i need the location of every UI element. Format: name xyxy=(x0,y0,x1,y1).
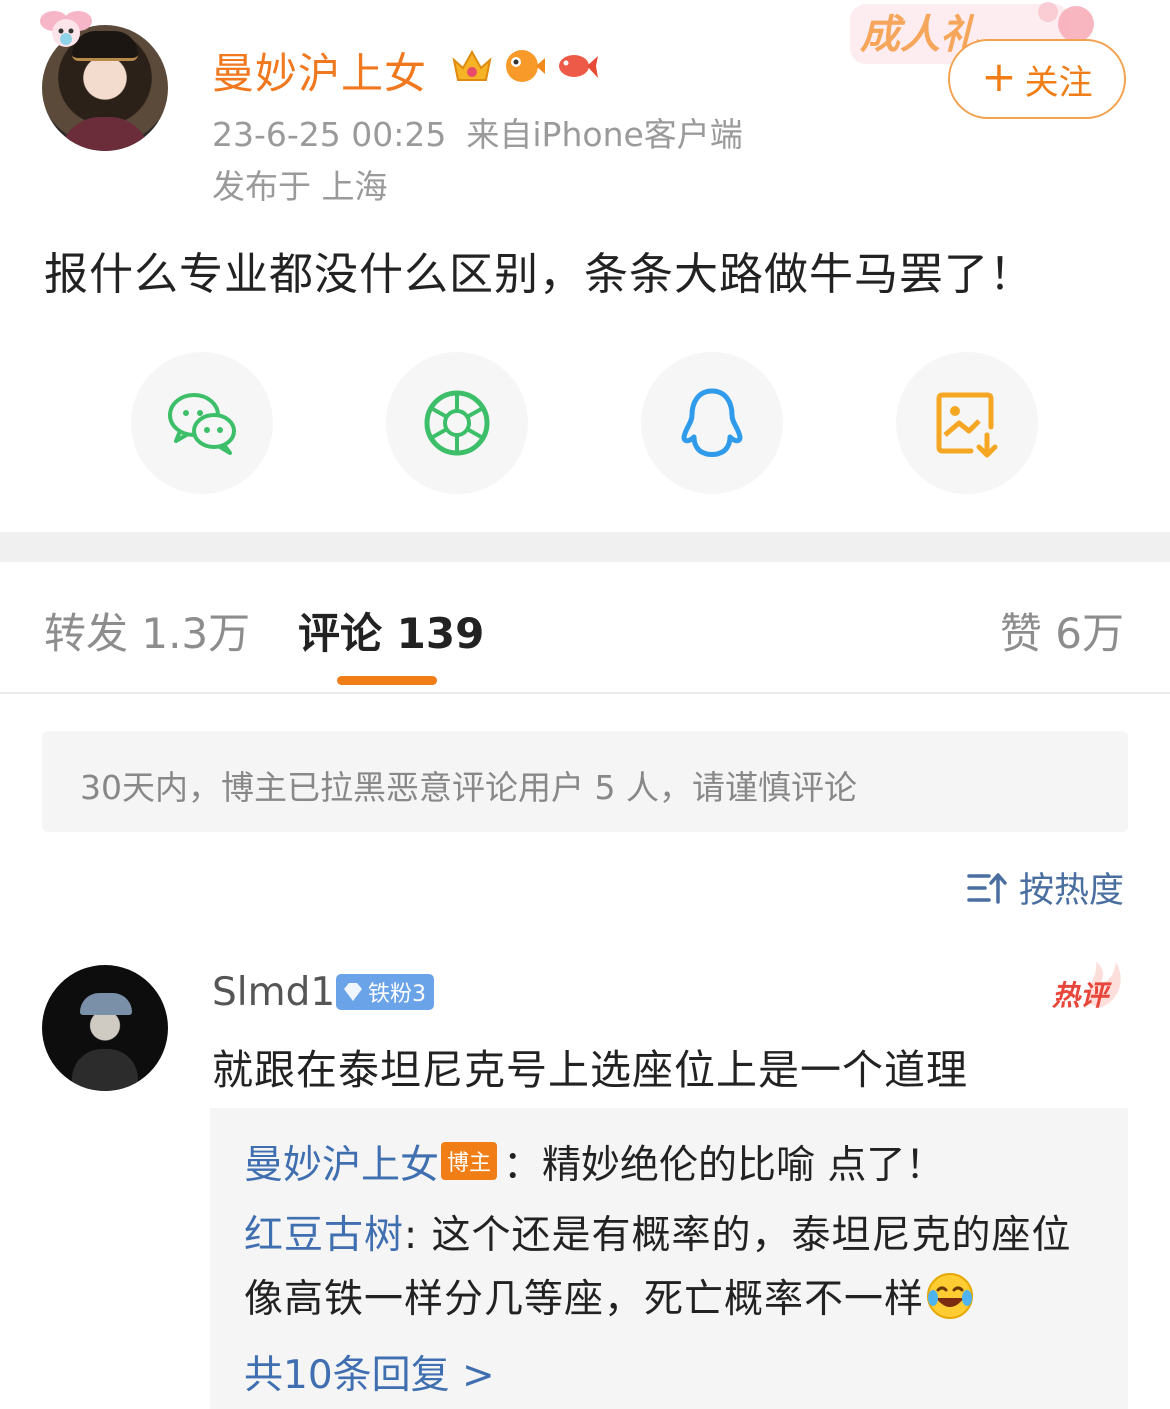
tab-repost[interactable]: 转发 1.3万 xyxy=(44,600,250,661)
laugh-cry-emoji-icon xyxy=(927,1273,974,1319)
more-replies-link[interactable]: 共10条回复 > xyxy=(244,1344,495,1400)
reply-author[interactable]: 红豆古树 xyxy=(244,1213,404,1258)
hot-label: 热评 xyxy=(1052,979,1109,1012)
share-qq-button[interactable] xyxy=(641,352,783,494)
reply-text: ：精妙绝伦的比喻 点了！ xyxy=(503,1143,945,1188)
qq-penguin-icon xyxy=(681,388,743,457)
tab-likes[interactable]: 赞 6万 xyxy=(1000,600,1124,661)
save-image-icon xyxy=(936,392,998,458)
plus-icon: + xyxy=(981,52,1017,101)
reply-item: 红豆古树: 这个还是有概率的，泰坦尼克的座位像高铁一样分几等座，死亡概率不一样 xyxy=(244,1204,1094,1332)
share-moments-button[interactable] xyxy=(386,352,528,494)
reply-box[interactable]: 曼妙沪上女 博主 ：精妙绝伦的比喻 点了！ 红豆古树: 这个还是有概率的，泰坦尼克的… xyxy=(210,1108,1128,1409)
post-source: 来自iPhone客户端 xyxy=(466,115,743,154)
tab-divider xyxy=(0,692,1170,694)
author-avatar[interactable] xyxy=(40,11,168,151)
author-name[interactable]: 曼妙沪上女 xyxy=(212,40,427,101)
commenter-avatar[interactable] xyxy=(42,965,168,1091)
diamond-icon xyxy=(344,983,362,1001)
hot-comment-tag: 热评 xyxy=(1050,960,1126,1012)
author-tag: 博主 xyxy=(441,1142,498,1180)
comment-text: 就跟在泰坦尼克号上选座位上是一个道理 xyxy=(212,1046,968,1094)
user-badges xyxy=(450,44,598,88)
sort-button[interactable]: 按热度 xyxy=(967,862,1124,913)
sort-label: 按热度 xyxy=(1018,871,1124,911)
active-tab-indicator xyxy=(337,676,437,685)
sort-icon xyxy=(967,872,1007,904)
koi-fish-icon xyxy=(554,44,598,88)
save-image-button[interactable] xyxy=(896,352,1038,494)
puffer-fish-icon xyxy=(502,44,546,88)
fan-level-badge[interactable]: 铁粉3 xyxy=(336,974,434,1010)
crown-vip-icon xyxy=(450,44,494,88)
commenter-name[interactable]: Slmd1 xyxy=(212,970,335,1015)
post-time: 23-6-25 00:25 xyxy=(212,115,447,154)
follow-label: 关注 xyxy=(1024,62,1093,103)
reply-author[interactable]: 曼妙沪上女 xyxy=(244,1143,439,1188)
tab-comments[interactable]: 评论 139 xyxy=(298,600,484,661)
wechat-icon xyxy=(168,393,236,455)
post-meta: 23-6-25 00:25 来自iPhone客户端 xyxy=(212,108,743,156)
section-divider xyxy=(0,532,1170,562)
fan-badge-label: 铁粉3 xyxy=(368,982,426,1007)
reply-item: 曼妙沪上女 博主 ：精妙绝伦的比喻 点了！ xyxy=(244,1134,944,1190)
post-text: 报什么专业都没什么区别，条条大路做牛马罢了！ xyxy=(44,249,1034,300)
block-notice: 30天内，博主已拉黑恶意评论用户 5 人，请谨慎评论 xyxy=(42,731,1128,832)
share-wechat-button[interactable] xyxy=(131,352,273,494)
follow-button[interactable]: + 关注 xyxy=(948,39,1126,119)
avatar-pendant-icon xyxy=(40,11,92,47)
moments-aperture-icon xyxy=(424,390,490,456)
post-location: 发布于 上海 xyxy=(212,167,388,206)
